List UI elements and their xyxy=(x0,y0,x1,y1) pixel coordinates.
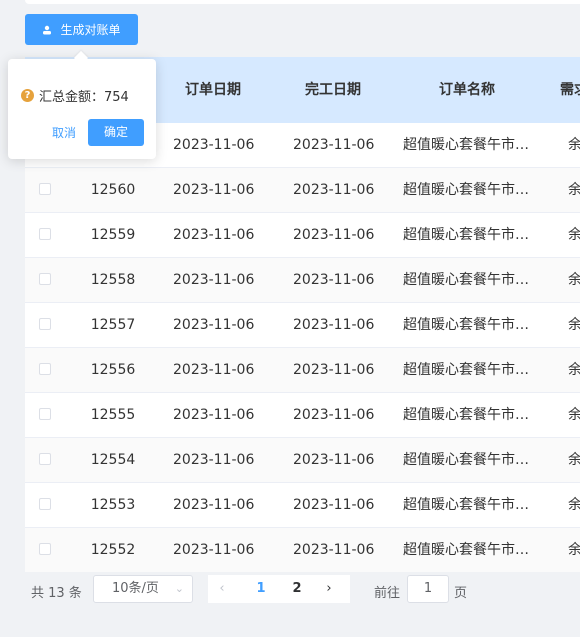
user-icon xyxy=(43,25,52,34)
column-header-order-name[interactable]: 订单名称 xyxy=(427,57,507,123)
order-name: 超值暖心套餐午市… xyxy=(403,227,529,243)
table-row: 12559 2023-11-06 2023-11-06 超值暖心套餐午市… 余 xyxy=(25,213,580,258)
order-date: 2023-11-06 xyxy=(173,497,255,513)
page-number-2[interactable]: 2 xyxy=(286,575,308,603)
order-id: 12559 xyxy=(90,227,136,243)
pagination: 共 13 条 10条/页 ⌄ ‹ 1 2 › 前往 1 页 xyxy=(0,572,580,612)
summary-confirm-popover: ? 汇总金额：754 取消 确定 xyxy=(8,50,156,159)
requirement: 余 xyxy=(568,497,580,513)
chevron-down-icon: ⌄ xyxy=(174,582,184,595)
table-row: 12560 2023-11-06 2023-11-06 超值暖心套餐午市… 余 xyxy=(25,168,580,213)
table-row: 12555 2023-11-06 2023-11-06 超值暖心套餐午市… 余 xyxy=(25,393,580,438)
complete-date: 2023-11-06 xyxy=(293,182,375,198)
requirement: 余 xyxy=(568,137,580,153)
row-checkbox[interactable] xyxy=(39,453,51,465)
requirement: 余 xyxy=(568,452,580,468)
row-checkbox[interactable] xyxy=(39,408,51,420)
requirement: 余 xyxy=(568,542,580,558)
order-id: 12552 xyxy=(90,542,136,558)
complete-date: 2023-11-06 xyxy=(293,452,375,468)
complete-date: 2023-11-06 xyxy=(293,317,375,333)
confirm-button[interactable]: 确定 xyxy=(88,119,144,146)
order-name: 超值暖心套餐午市… xyxy=(403,137,529,153)
order-name: 超值暖心套餐午市… xyxy=(403,182,529,198)
order-date: 2023-11-06 xyxy=(173,317,255,333)
total-count: 共 13 条 xyxy=(31,586,82,601)
row-checkbox[interactable] xyxy=(39,183,51,195)
requirement: 余 xyxy=(568,362,580,378)
row-checkbox[interactable] xyxy=(39,498,51,510)
table-row: 12557 2023-11-06 2023-11-06 超值暖心套餐午市… 余 xyxy=(25,303,580,348)
popover-arrow xyxy=(73,50,89,66)
page-number-1[interactable]: 1 xyxy=(236,575,286,603)
order-name: 超值暖心套餐午市… xyxy=(403,272,529,288)
table-row: 12552 2023-11-06 2023-11-06 超值暖心套餐午市… 余 xyxy=(25,528,580,572)
column-header-order-date[interactable]: 订单日期 xyxy=(173,57,253,123)
row-checkbox[interactable] xyxy=(39,273,51,285)
requirement: 余 xyxy=(568,227,580,243)
complete-date: 2023-11-06 xyxy=(293,407,375,423)
order-date: 2023-11-06 xyxy=(173,182,255,198)
chevron-right-icon: › xyxy=(326,581,332,596)
table-row: 12553 2023-11-06 2023-11-06 超值暖心套餐午市… 余 xyxy=(25,483,580,528)
page-size-value: 10条/页 xyxy=(112,581,159,596)
row-checkbox[interactable] xyxy=(39,543,51,555)
complete-date: 2023-11-06 xyxy=(293,497,375,513)
order-date: 2023-11-06 xyxy=(173,272,255,288)
order-name: 超值暖心套餐午市… xyxy=(403,452,529,468)
order-name: 超值暖心套餐午市… xyxy=(403,542,529,558)
generate-statement-label: 生成对账单 xyxy=(60,23,121,37)
order-date: 2023-11-06 xyxy=(173,227,255,243)
order-date: 2023-11-06 xyxy=(173,542,255,558)
order-name: 超值暖心套餐午市… xyxy=(403,317,529,333)
order-id: 12557 xyxy=(90,317,136,333)
complete-date: 2023-11-06 xyxy=(293,227,375,243)
question-icon: ? xyxy=(21,89,34,102)
chevron-left-icon: ‹ xyxy=(219,581,225,596)
requirement: 余 xyxy=(568,272,580,288)
complete-date: 2023-11-06 xyxy=(293,362,375,378)
row-checkbox[interactable] xyxy=(39,363,51,375)
cancel-button[interactable]: 取消 xyxy=(52,120,76,146)
column-header-complete-date[interactable]: 完工日期 xyxy=(293,57,373,123)
order-date: 2023-11-06 xyxy=(173,362,255,378)
table-row: 12558 2023-11-06 2023-11-06 超值暖心套餐午市… 余 xyxy=(25,258,580,303)
order-name: 超值暖心套餐午市… xyxy=(403,497,529,513)
order-id: 12556 xyxy=(90,362,136,378)
next-page-button[interactable]: › xyxy=(308,575,350,603)
row-checkbox[interactable] xyxy=(39,318,51,330)
order-date: 2023-11-06 xyxy=(173,137,255,153)
order-id: 12554 xyxy=(90,452,136,468)
table-row: 12554 2023-11-06 2023-11-06 超值暖心套餐午市… 余 xyxy=(25,438,580,483)
column-header-requirement[interactable]: 需求 xyxy=(560,57,580,123)
complete-date: 2023-11-06 xyxy=(293,542,375,558)
requirement: 余 xyxy=(568,182,580,198)
complete-date: 2023-11-06 xyxy=(293,272,375,288)
goto-suffix: 页 xyxy=(454,586,468,601)
order-name: 超值暖心套餐午市… xyxy=(403,407,529,423)
table-row: 12556 2023-11-06 2023-11-06 超值暖心套餐午市… 余 xyxy=(25,348,580,393)
order-id: 12553 xyxy=(90,497,136,513)
complete-date: 2023-11-06 xyxy=(293,137,375,153)
order-id: 12555 xyxy=(90,407,136,423)
order-id: 12558 xyxy=(90,272,136,288)
row-checkbox[interactable] xyxy=(39,228,51,240)
goto-page-input[interactable]: 1 xyxy=(407,575,449,603)
prev-page-button[interactable]: ‹ xyxy=(208,575,236,603)
page-size-select[interactable]: 10条/页 ⌄ xyxy=(93,575,193,603)
top-panel-edge xyxy=(25,0,580,4)
requirement: 余 xyxy=(568,317,580,333)
requirement: 余 xyxy=(568,407,580,423)
order-date: 2023-11-06 xyxy=(173,407,255,423)
order-id: 12560 xyxy=(90,182,136,198)
order-name: 超值暖心套餐午市… xyxy=(403,362,529,378)
order-date: 2023-11-06 xyxy=(173,452,255,468)
generate-statement-button[interactable]: 生成对账单 xyxy=(25,14,138,45)
summary-amount-message: 汇总金额：754 xyxy=(39,90,129,105)
table-body: 2023-11-06 2023-11-06 超值暖心套餐午市… 余 12560 … xyxy=(25,123,580,572)
goto-label: 前往 xyxy=(374,586,401,601)
